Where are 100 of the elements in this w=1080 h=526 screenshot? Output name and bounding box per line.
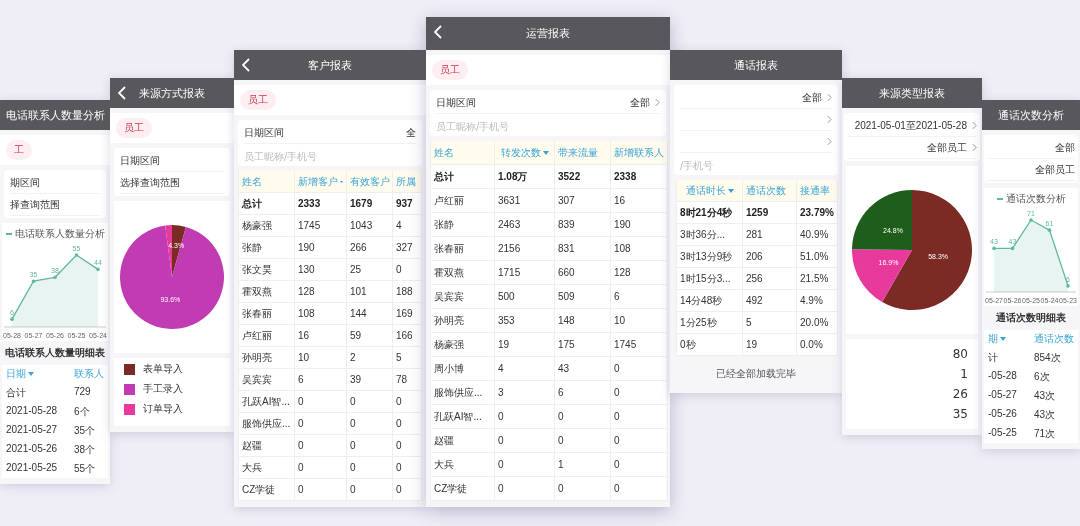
column-header[interactable]: 带来流量 xyxy=(555,141,611,165)
filter-value[interactable]: 全部 xyxy=(630,95,650,110)
table-cell: 0 xyxy=(555,429,611,453)
table-cell: 6 xyxy=(611,285,668,309)
table-cell: 0 xyxy=(347,391,393,413)
table-cell: 0 xyxy=(393,479,422,501)
search-field[interactable]: /手机号 xyxy=(674,155,838,175)
column-header[interactable]: 接通率 xyxy=(797,180,838,202)
table-cell: 0 xyxy=(495,477,555,501)
table-cell: 190 xyxy=(295,237,347,259)
legend-value: 1 xyxy=(960,367,968,381)
table-cell: 0 xyxy=(295,413,347,435)
table-cell: 327 xyxy=(393,237,422,259)
table-cell: 40.9% xyxy=(797,224,838,246)
table-cell-text: 43次 xyxy=(1034,389,1057,403)
back-icon[interactable] xyxy=(434,25,442,39)
column-header[interactable]: 有效客户 xyxy=(347,171,393,193)
table-cell: 3631 xyxy=(495,189,555,213)
table-cell: 175 xyxy=(555,333,611,357)
table-cell: 21.5% xyxy=(797,268,838,290)
table-cell: 148 xyxy=(555,309,611,333)
legend-value: 80 xyxy=(952,347,968,361)
filter-value[interactable]: 全部 xyxy=(802,90,822,105)
table-cell: 总计 xyxy=(239,193,295,215)
table-cell-text: 38个 xyxy=(74,443,97,457)
table-cell: 130 xyxy=(295,259,347,281)
table-cell-text: -05-26 xyxy=(988,408,1018,421)
table-cell: 0 xyxy=(495,405,555,429)
table-cell: 0.0% xyxy=(797,334,838,356)
filter-value[interactable]: 全部员工 xyxy=(927,140,967,155)
column-header[interactable]: 姓名 xyxy=(239,171,295,193)
table-cell: 266 xyxy=(347,237,393,259)
filter-value[interactable]: 2021-05-01至2021-05-28 xyxy=(854,118,967,133)
back-icon[interactable] xyxy=(118,86,126,100)
column-header[interactable]: 期 xyxy=(988,332,998,346)
table-cell: 0 xyxy=(611,477,668,501)
column-header[interactable]: 所属 xyxy=(393,171,422,193)
table-cell: 6 xyxy=(555,381,611,405)
data-point xyxy=(74,253,79,257)
table-cell: 0 xyxy=(295,435,347,457)
table-cell-text: -05-27 xyxy=(988,389,1018,402)
column-header[interactable]: 转发次数 xyxy=(495,141,555,165)
column-header[interactable]: 通话时长 xyxy=(677,180,743,202)
table-cell: CZ学徒 xyxy=(239,479,295,501)
table-cell: 0 xyxy=(495,429,555,453)
table-cell: 0 xyxy=(393,435,422,457)
table-cell: 5 xyxy=(393,347,422,369)
table-cell-text: 2021-05-28 xyxy=(6,405,59,418)
load-complete-text: 已经全部加载完毕 xyxy=(715,367,797,381)
column-header[interactable]: 姓名 xyxy=(431,141,495,165)
staff-tab[interactable]: 员工 xyxy=(432,60,468,80)
table-cell: 孔跃AI智... xyxy=(239,391,295,413)
data-point xyxy=(31,279,36,283)
table-cell: 4.9% xyxy=(797,290,838,312)
table-cell: 188 xyxy=(393,281,422,303)
column-header[interactable]: 通话次数 xyxy=(1034,332,1074,346)
column-header[interactable]: 日期 xyxy=(6,367,26,381)
legend-label: 订单导入 xyxy=(143,402,183,416)
table-cell: 3时36分... xyxy=(677,224,743,246)
table-cell: 2338 xyxy=(611,165,668,189)
table-cell: 43 xyxy=(555,357,611,381)
filter-value[interactable]: 全部 xyxy=(1055,140,1075,155)
table-cell: 1 xyxy=(555,453,611,477)
table-cell: 3522 xyxy=(555,165,611,189)
table-cell: 0 xyxy=(611,405,668,429)
filter-value[interactable]: 全部员工 xyxy=(1035,162,1075,177)
table-cell: 500 xyxy=(495,285,555,309)
table-cell: 108 xyxy=(611,237,668,261)
column-header[interactable]: 新增客户 xyxy=(295,171,347,193)
filter-label: 日期区间 xyxy=(244,125,284,140)
table-cell: 霍双燕 xyxy=(431,261,495,285)
table-cell: 杨豪强 xyxy=(431,333,495,357)
table-cell: 0 xyxy=(611,381,668,405)
staff-tab[interactable]: 员工 xyxy=(240,90,276,110)
table-cell: 831 xyxy=(555,237,611,261)
table-cell: 6 xyxy=(295,369,347,391)
table-cell: 108 xyxy=(295,303,347,325)
table-cell: 20.0% xyxy=(797,312,838,334)
column-header[interactable]: 通话次数 xyxy=(743,180,797,202)
table-cell: 353 xyxy=(495,309,555,333)
table-cell: 0 xyxy=(393,413,422,435)
table-cell-text: 854次 xyxy=(1034,351,1062,365)
back-icon[interactable] xyxy=(242,58,250,72)
table-cell-text: 55个 xyxy=(74,462,97,476)
table-cell-text: -05-28 xyxy=(988,370,1018,383)
table-cell: 赵疆 xyxy=(431,429,495,453)
table-cell: 2333 xyxy=(295,193,347,215)
column-header[interactable]: 新增联系人 xyxy=(611,141,668,165)
table-cell: 166 xyxy=(393,325,422,347)
table-cell: 0 xyxy=(295,391,347,413)
staff-tab[interactable]: 工 xyxy=(6,140,32,160)
filter-label: 日期区间 xyxy=(436,95,476,110)
column-header[interactable]: 联系人 xyxy=(74,367,104,381)
table-cell: 660 xyxy=(555,261,611,285)
filter-value[interactable]: 全 xyxy=(406,125,416,140)
screen-title: 电话联系人数量分析 xyxy=(5,107,105,123)
staff-tab[interactable]: 员工 xyxy=(116,118,152,138)
data-point xyxy=(96,267,100,272)
screen-title: 来源方式报表 xyxy=(139,85,205,101)
table-cell: 周小博 xyxy=(431,357,495,381)
